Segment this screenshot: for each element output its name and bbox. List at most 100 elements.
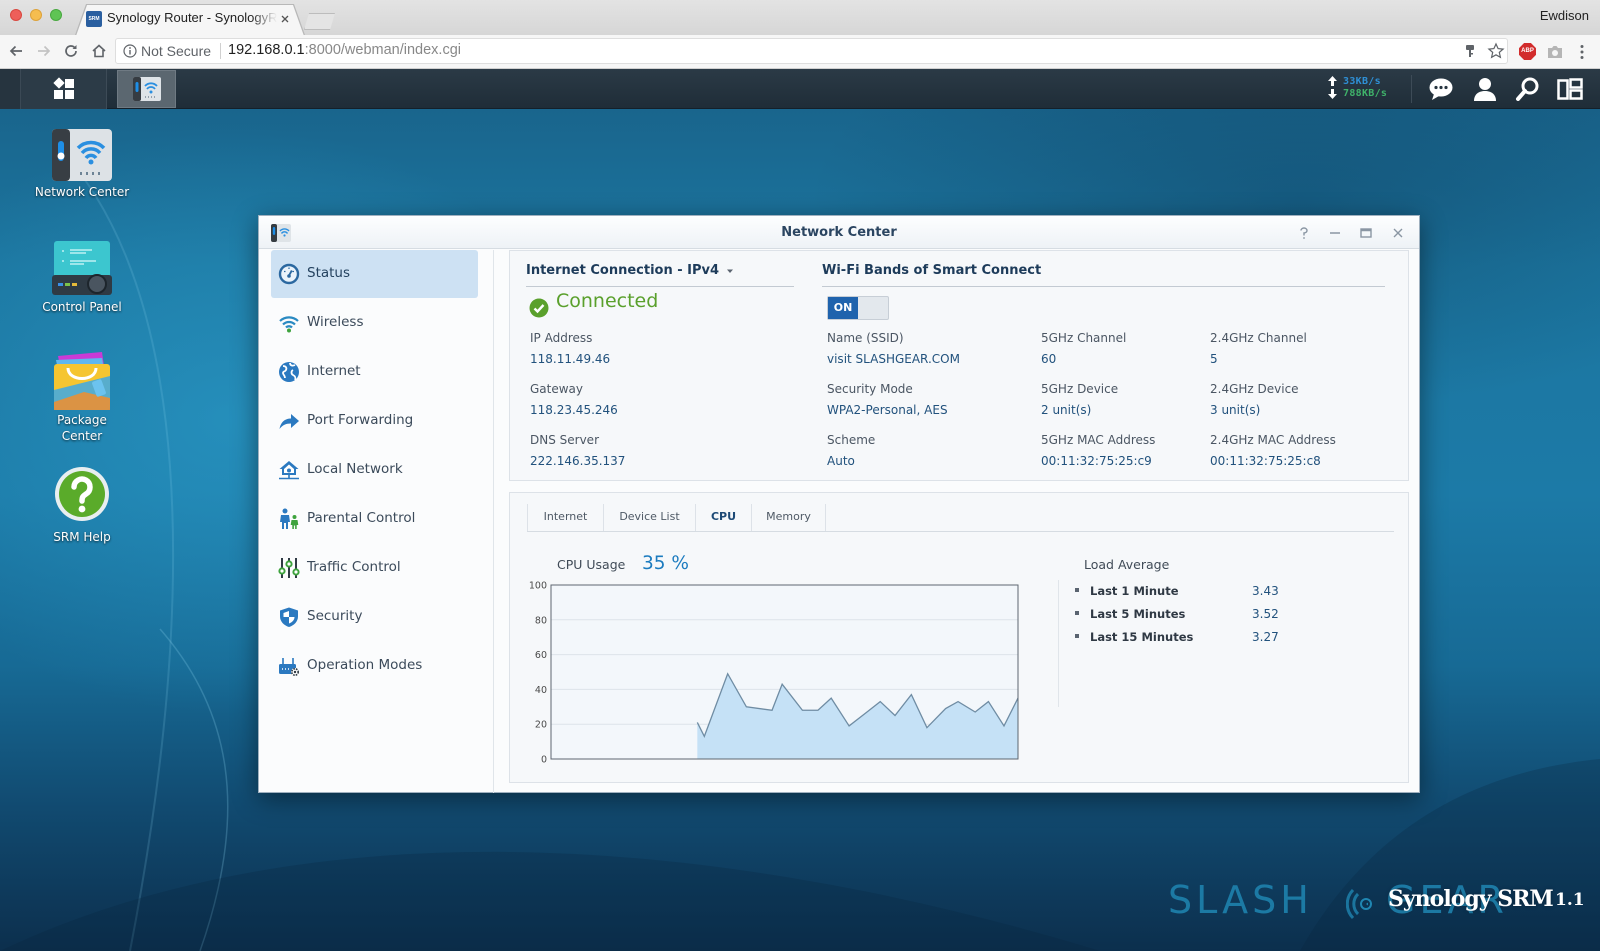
status-summary-panel: Internet Connection - IPv4 Connected IP …: [509, 250, 1409, 481]
sidebar-item-label: Internet: [307, 363, 361, 379]
desktop-icon-control-panel[interactable]: Control Panel: [22, 239, 142, 315]
bullet-icon: [1075, 634, 1079, 638]
cpu-usage-label: CPU Usage: [557, 557, 626, 572]
ssid-value: visit SLASHGEAR.COM: [827, 352, 960, 366]
24ghz-mac-value: 00:11:32:75:25:c8: [1210, 454, 1321, 468]
sidebar-divider: [493, 250, 494, 793]
watermark-version: 1.1: [1555, 890, 1585, 910]
url-text[interactable]: 192.168.0.1:8000/webman/index.cgi: [228, 42, 461, 58]
taskbar-show-desktop[interactable]: [0, 69, 21, 109]
browser-tab-bar: SRM Synology Router - SynologyRo Ewdison: [0, 0, 1600, 35]
sidebar-item-label: Status: [307, 265, 351, 281]
maximize-icon[interactable]: [1359, 226, 1373, 240]
smart-connect-toggle[interactable]: ON: [827, 296, 889, 320]
profile-name[interactable]: Ewdison: [1540, 8, 1589, 23]
sidebar-item-wireless[interactable]: Wireless: [271, 299, 478, 347]
camera-icon[interactable]: [1546, 43, 1564, 61]
y-tick-label: 0: [541, 755, 547, 766]
tab-device-list[interactable]: Device List: [604, 504, 696, 531]
minimize-icon[interactable]: [1328, 226, 1342, 240]
package-center-icon: [54, 352, 110, 410]
desktop-icon-network-center[interactable]: Network Center: [22, 126, 142, 200]
wifi-smart-connect-header: Wi-Fi Bands of Smart Connect: [822, 263, 1042, 278]
desktop-icon-label: Package Center: [57, 413, 107, 443]
gateway-label: Gateway: [530, 382, 584, 396]
window-zoom-button[interactable]: [50, 9, 62, 21]
new-tab-button[interactable]: [304, 13, 336, 30]
tab-internet[interactable]: Internet: [528, 504, 604, 531]
widgets-icon[interactable]: [1557, 77, 1583, 101]
close-icon[interactable]: [1391, 226, 1405, 240]
24ghz-device-value: 3 unit(s): [1210, 403, 1261, 417]
main-menu-button[interactable]: [21, 69, 107, 109]
ip-address-label: IP Address: [530, 331, 593, 345]
browser-menu-icon[interactable]: [1573, 43, 1591, 61]
upload-speed: 33KB/s: [1343, 76, 1381, 87]
home-icon[interactable]: [90, 42, 108, 60]
user-icon[interactable]: [1472, 77, 1498, 101]
y-tick-label: 40: [535, 685, 547, 696]
gateway-value: 118.23.45.246: [530, 403, 618, 417]
window-title: Network Center: [781, 225, 897, 240]
back-arrow-icon[interactable]: [7, 42, 25, 60]
taskbar-network-center-button[interactable]: [117, 70, 176, 108]
key-icon[interactable]: [1462, 43, 1478, 59]
desktop-icon-srm-help[interactable]: SRM Help: [22, 465, 142, 545]
load-15min-value: 3.27: [1252, 630, 1279, 644]
internet-connection-dropdown[interactable]: Internet Connection - IPv4: [526, 263, 734, 278]
toggle-on-label: ON: [828, 297, 858, 319]
srm-taskbar: 33KB/s 788KB/s: [0, 69, 1600, 109]
sidebar-item-parental-control[interactable]: Parental Control: [271, 495, 478, 543]
bookmark-star-icon[interactable]: [1487, 42, 1505, 60]
sidebar-item-local-network[interactable]: Local Network: [271, 446, 478, 494]
shield-icon: [280, 607, 298, 627]
window-minimize-button[interactable]: [30, 9, 42, 21]
sidebar-item-operation-modes[interactable]: Operation Modes: [271, 642, 478, 690]
sidebar-item-security[interactable]: Security: [271, 593, 478, 641]
desktop-icon-package-center[interactable]: Package Center: [22, 350, 142, 444]
sidebar-item-traffic-control[interactable]: Traffic Control: [271, 544, 478, 592]
watermark-brand-left: SLASH: [1168, 878, 1313, 922]
resource-monitor-panel: Internet Device List CPU Memory CPU Usag…: [509, 492, 1409, 783]
sidebar-item-internet[interactable]: Internet: [271, 348, 478, 396]
security-mode-value: WPA2-Personal, AES: [827, 403, 948, 417]
sidebar-item-status[interactable]: Status: [271, 250, 478, 298]
load-average-divider: [1058, 580, 1059, 707]
notifications-chat-icon[interactable]: [1428, 77, 1454, 101]
5ghz-device-value: 2 unit(s): [1041, 403, 1092, 417]
help-question-icon[interactable]: [1297, 226, 1311, 240]
browser-tab-active[interactable]: SRM Synology Router - SynologyRo: [76, 5, 304, 36]
chevron-down-icon: [726, 269, 733, 273]
parent-child-icon: [280, 508, 299, 529]
reload-icon[interactable]: [62, 42, 80, 60]
info-icon[interactable]: [123, 44, 137, 58]
load-average-title: Load Average: [1084, 557, 1170, 572]
tab-cpu[interactable]: CPU: [696, 504, 752, 531]
bullet-icon: [1075, 611, 1079, 615]
tab-memory[interactable]: Memory: [752, 504, 826, 531]
sliders-icon: [278, 558, 300, 578]
window-close-button[interactable]: [10, 9, 22, 21]
adblock-plus-icon[interactable]: ABP: [1519, 43, 1536, 60]
security-status[interactable]: Not Secure: [141, 43, 211, 59]
network-center-icon: [52, 129, 112, 181]
5ghz-device-label: 5GHz Device: [1041, 382, 1119, 396]
y-tick-label: 60: [535, 650, 547, 661]
house-network-icon: [279, 461, 299, 480]
5ghz-mac-value: 00:11:32:75:25:c9: [1041, 454, 1152, 468]
header-underline: [526, 286, 794, 287]
search-icon[interactable]: [1515, 77, 1541, 101]
connection-status: Connected: [556, 290, 659, 312]
desktop-icon-label: Network Center: [34, 185, 130, 199]
main-menu-grid-icon: [53, 77, 74, 99]
sidebar-item-port-forwarding[interactable]: Port Forwarding: [271, 397, 478, 445]
tab-close-icon[interactable]: [279, 13, 291, 25]
help-icon: [55, 467, 109, 521]
check-circle-icon: [529, 298, 549, 318]
forward-arrow-icon[interactable]: [35, 42, 53, 60]
taskbar-divider: [1411, 75, 1412, 103]
window-title-bar[interactable]: Network Center: [259, 216, 1419, 249]
address-bar[interactable]: Not Secure 192.168.0.1:8000/webman/index…: [115, 38, 1508, 64]
router-gear-icon: [279, 658, 300, 677]
load-15min-label: Last 15 Minutes: [1090, 630, 1194, 644]
